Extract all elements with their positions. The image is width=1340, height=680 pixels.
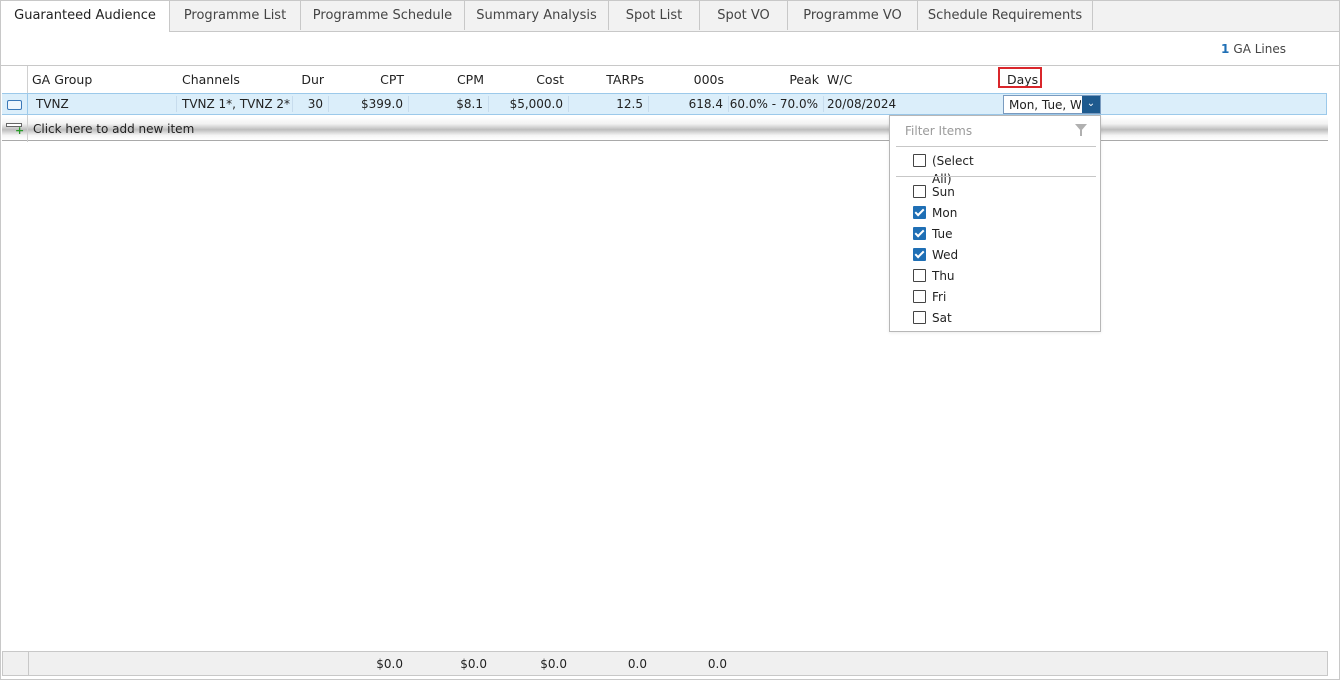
cell-peak[interactable]: 60.0% - 70.0%: [728, 94, 818, 114]
tab-schedule-requirements[interactable]: Schedule Requirements: [918, 1, 1093, 30]
divider: [896, 176, 1096, 177]
option-label: Tue: [932, 227, 953, 241]
option-label: Thu: [932, 269, 955, 283]
col-cpt[interactable]: CPT: [354, 66, 404, 92]
option-label: Sun: [932, 185, 955, 199]
divider: [896, 146, 1096, 147]
option-label: Sat: [932, 311, 952, 325]
cell-divider: [176, 96, 177, 112]
chevron-down-icon[interactable]: ⌄: [1082, 96, 1100, 113]
tab-programme-list[interactable]: Programme List: [170, 1, 301, 30]
total-tarps: 0.0: [627, 657, 647, 671]
table-row[interactable]: TVNZ TVNZ 1*, TVNZ 2* 30 $399.0 $8.1 $5,…: [27, 93, 1327, 115]
total-000s: 0.0: [707, 657, 727, 671]
cell-000s[interactable]: 618.4: [663, 94, 723, 114]
cell-dur[interactable]: 30: [283, 94, 323, 114]
days-dropdown: Filter Items (Select All) Sun Mon Tue We…: [889, 115, 1101, 332]
cell-ga-group[interactable]: TVNZ: [36, 94, 69, 114]
col-channels[interactable]: Channels: [182, 66, 240, 92]
total-cost: $0.0: [540, 657, 567, 671]
cell-divider: [648, 96, 649, 112]
fri-checkbox[interactable]: [913, 290, 926, 303]
add-new-item-label[interactable]: Click here to add new item: [33, 117, 194, 141]
cell-divider: [27, 117, 28, 141]
ga-lines-counter: 1 GA Lines: [1221, 42, 1286, 56]
cell-cost[interactable]: $5,000.0: [493, 94, 563, 114]
tab-guaranteed-audience[interactable]: Guaranteed Audience: [1, 1, 170, 32]
col-wc[interactable]: W/C: [827, 66, 852, 92]
col-cpm[interactable]: CPM: [434, 66, 484, 92]
filter-items-input[interactable]: Filter Items: [905, 124, 972, 138]
cell-cpt[interactable]: $399.0: [343, 94, 403, 114]
col-dur[interactable]: Dur: [284, 66, 324, 92]
cell-divider: [568, 96, 569, 112]
days-combo-value[interactable]: Mon, Tue, Wed: [1009, 96, 1081, 113]
tab-spot-vo[interactable]: Spot VO: [700, 1, 788, 30]
col-000s[interactable]: 000s: [674, 66, 724, 92]
days-combo[interactable]: Mon, Tue, Wed ⌄: [1003, 95, 1101, 114]
col-ga-group[interactable]: GA Group: [32, 66, 92, 92]
totals-footer: $0.0 $0.0 $0.0 0.0 0.0: [2, 651, 1328, 676]
cell-divider: [328, 96, 329, 112]
cell-channels[interactable]: TVNZ 1*, TVNZ 2*: [182, 94, 290, 114]
cell-cpm[interactable]: $8.1: [423, 94, 483, 114]
cell-divider: [28, 652, 29, 675]
col-tarps[interactable]: TARPs: [594, 66, 644, 92]
tab-summary-analysis[interactable]: Summary Analysis: [465, 1, 609, 30]
grid-header: GA Group Channels Dur CPT CPM Cost TARPs…: [28, 66, 1328, 92]
days-header-highlight: [998, 67, 1042, 88]
plus-icon: +: [15, 124, 25, 137]
ga-lines-label: GA Lines: [1233, 42, 1286, 56]
select-all-checkbox[interactable]: [913, 154, 926, 167]
mon-checkbox[interactable]: [913, 206, 926, 219]
cell-wc[interactable]: 20/08/2024: [827, 94, 896, 114]
sun-checkbox[interactable]: [913, 185, 926, 198]
cell-tarps[interactable]: 12.5: [583, 94, 643, 114]
tab-spot-list[interactable]: Spot List: [609, 1, 700, 30]
tue-checkbox[interactable]: [913, 227, 926, 240]
col-cost[interactable]: Cost: [514, 66, 564, 92]
ga-lines-count: 1: [1221, 42, 1230, 56]
total-cpt: $0.0: [376, 657, 403, 671]
row-edit-icon: [7, 100, 22, 110]
wed-checkbox[interactable]: [913, 248, 926, 261]
tab-bar: Guaranteed Audience Programme List Progr…: [1, 1, 1339, 32]
option-label: Fri: [932, 290, 947, 304]
col-peak[interactable]: Peak: [769, 66, 819, 92]
option-label: Mon: [932, 206, 958, 220]
thu-checkbox[interactable]: [913, 269, 926, 282]
option-label: Wed: [932, 248, 959, 262]
tab-programme-schedule[interactable]: Programme Schedule: [301, 1, 465, 30]
add-new-item-row[interactable]: + Click here to add new item: [2, 117, 1328, 141]
tab-programme-vo[interactable]: Programme VO: [788, 1, 918, 30]
cell-divider: [488, 96, 489, 112]
row-indicator[interactable]: [2, 93, 27, 115]
filter-icon[interactable]: [1075, 124, 1087, 136]
cell-divider: [408, 96, 409, 112]
sat-checkbox[interactable]: [913, 311, 926, 324]
cell-divider: [823, 96, 824, 112]
total-cpm: $0.0: [460, 657, 487, 671]
